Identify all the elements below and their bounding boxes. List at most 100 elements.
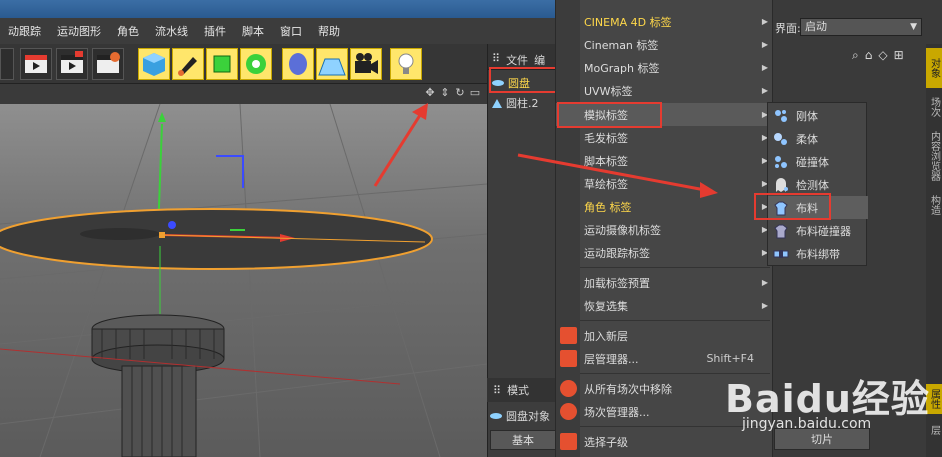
menu-item-motion-tracking-tags[interactable]: 运动跟踪标签 ▶	[556, 241, 774, 264]
search-icon[interactable]: ⌕	[852, 48, 859, 63]
submenu-item-cloth-collider[interactable]: 布料碰撞器	[768, 219, 868, 242]
menu-script[interactable]: 脚本	[234, 23, 272, 39]
submenu-arrow-icon: ▶	[761, 278, 768, 287]
render-settings-icon[interactable]	[92, 48, 124, 80]
render-picture-viewer-icon[interactable]	[56, 48, 88, 80]
axis-center	[168, 221, 176, 229]
clapper-icon	[61, 51, 83, 73]
render-view-icon[interactable]	[20, 48, 52, 80]
menu-separator	[580, 267, 770, 268]
viewport-nav-icons: ✥ ⇕ ↻ ▭	[424, 87, 481, 99]
menu-item-add-new-layer[interactable]: 加入新层	[556, 324, 774, 347]
layer-add-icon	[560, 327, 577, 344]
disc-shadow	[80, 228, 160, 240]
tab-takes[interactable]: 场次	[926, 92, 942, 122]
submenu-arrow-icon: ▶	[761, 17, 768, 26]
cube-icon[interactable]	[138, 48, 170, 80]
main-toolbar	[0, 44, 555, 84]
disc-icon	[490, 413, 502, 419]
floor-icon[interactable]	[316, 48, 348, 80]
menu-item-sketch-tags[interactable]: 草绘标签 ▶	[556, 172, 774, 195]
menu-help[interactable]: 帮助	[310, 23, 348, 39]
menu-item-hair-tags[interactable]: 毛发标签 ▶	[556, 126, 774, 149]
menu-plugins[interactable]: 插件	[196, 23, 234, 39]
simulation-tags-submenu: 刚体 柔体 碰撞体 检测体 布料 布料碰撞器 布料绑带	[767, 102, 868, 266]
object-manager-tools: ⌕ ⌂ ◇ ⊞	[852, 48, 904, 63]
z-axis-corner	[216, 155, 244, 188]
cylinder-body	[121, 365, 197, 457]
home-icon[interactable]: ⌂	[865, 48, 873, 63]
layout-select[interactable]: 启动 ▼	[800, 18, 922, 36]
menu-item-select-children[interactable]: 选择子级	[556, 430, 774, 453]
main-menubar: 动跟踪 运动图形 角色 流水线 插件 脚本 窗口 帮助	[0, 18, 555, 44]
rotate-view-icon[interactable]: ↻	[454, 87, 466, 99]
rigid-body-icon	[775, 109, 787, 122]
soft-body-icon	[774, 132, 787, 145]
menu-motion-tracking[interactable]: 动跟踪	[0, 23, 49, 39]
menu-item-motion-camera-tags[interactable]: 运动摄像机标签 ▶	[556, 218, 774, 241]
cloth-belt-icon	[773, 249, 789, 258]
object-name: 圆柱.2	[506, 97, 539, 110]
menu-item-script-tags[interactable]: 脚本标签 ▶	[556, 149, 774, 172]
menu-window[interactable]: 窗口	[272, 23, 310, 39]
menu-character[interactable]: 角色	[109, 23, 147, 39]
ghost-icon	[776, 177, 788, 192]
menu-separator	[580, 320, 770, 321]
add-icon[interactable]: ⊞	[894, 48, 904, 63]
menu-item-restore-selection[interactable]: 恢复选集 ▶	[556, 294, 774, 317]
grid-handle-icon: ⠿	[493, 383, 502, 397]
menu-item-uvw-tags[interactable]: UVW标签 ▶	[556, 79, 774, 102]
toggle-view-icon[interactable]: ▭	[469, 87, 481, 99]
select-children-icon	[560, 433, 577, 450]
camera-icon[interactable]	[350, 48, 382, 80]
menu-item-cineman-tags[interactable]: Cineman 标签 ▶	[556, 33, 774, 56]
menu-item-character-tags[interactable]: 角色 标签 ▶	[556, 195, 774, 218]
submenu-item-rigid-body[interactable]: 刚体	[768, 104, 868, 127]
y-axis-arrow	[158, 112, 166, 122]
cylinder-icon	[492, 98, 502, 108]
3d-viewport[interactable]	[0, 104, 487, 457]
lock-icon[interactable]: ◇	[878, 48, 887, 63]
menu-pipeline[interactable]: 流水线	[147, 23, 196, 39]
tab-objects[interactable]: 对象	[926, 48, 942, 88]
submenu-item-collider-body[interactable]: 碰撞体	[768, 150, 868, 173]
deformer-icon[interactable]	[282, 48, 314, 80]
submenu-arrow-icon: ▶	[761, 40, 768, 49]
layer-manager-icon	[560, 350, 577, 367]
pen-icon[interactable]	[172, 48, 204, 80]
subdivision-surface-icon[interactable]	[206, 48, 238, 80]
zoom-view-icon[interactable]: ⇕	[439, 87, 451, 99]
basic-tab-button[interactable]: 基本	[490, 430, 556, 450]
watermark-logo: Baidu经验	[725, 377, 930, 421]
submenu-item-soft-body[interactable]: 柔体	[768, 127, 868, 150]
annotation-box-cloth	[754, 193, 831, 220]
layout-label: 界面:	[775, 22, 801, 35]
tab-mode[interactable]: 模式	[507, 382, 529, 398]
disc-object	[0, 208, 433, 270]
cloth-collider-icon	[774, 224, 788, 238]
clapper-icon	[25, 55, 47, 73]
submenu-item-cloth-belt[interactable]: 布料绑带	[768, 242, 868, 265]
light-icon[interactable]	[390, 48, 422, 80]
cloner-icon[interactable]	[240, 48, 272, 80]
tab-structure[interactable]: 构造	[926, 190, 942, 220]
menu-item-mograph-tags[interactable]: MoGraph 标签 ▶	[556, 56, 774, 79]
coordinate-icon[interactable]	[0, 48, 14, 80]
menu-item-layer-manager[interactable]: 层管理器... Shift+F4	[556, 347, 774, 370]
viewport-header: ✥ ⇕ ↻ ▭	[0, 84, 487, 104]
object-row-cylinder[interactable]: 圆柱.2	[492, 94, 539, 112]
chevron-down-icon: ▼	[910, 22, 917, 32]
tab-content-browser[interactable]: 内容浏览器	[926, 126, 942, 186]
menu-mograph[interactable]: 运动图形	[49, 23, 109, 39]
menu-item-load-tag-preset[interactable]: 加载标签预置 ▶	[556, 271, 774, 294]
clapper-gear-icon	[97, 52, 120, 73]
submenu-arrow-icon: ▶	[761, 63, 768, 72]
take-manager-icon	[560, 403, 577, 420]
annotation-box-simulation-tags	[557, 102, 662, 128]
attr-object-label: 圆盘对象	[490, 408, 550, 424]
move-view-icon[interactable]: ✥	[424, 87, 436, 99]
collider-body-icon	[775, 155, 787, 168]
viewport-scene	[0, 104, 487, 457]
submenu-arrow-icon: ▶	[761, 301, 768, 310]
menu-item-cinema4d-tags[interactable]: CINEMA 4D 标签 ▶	[556, 10, 774, 33]
